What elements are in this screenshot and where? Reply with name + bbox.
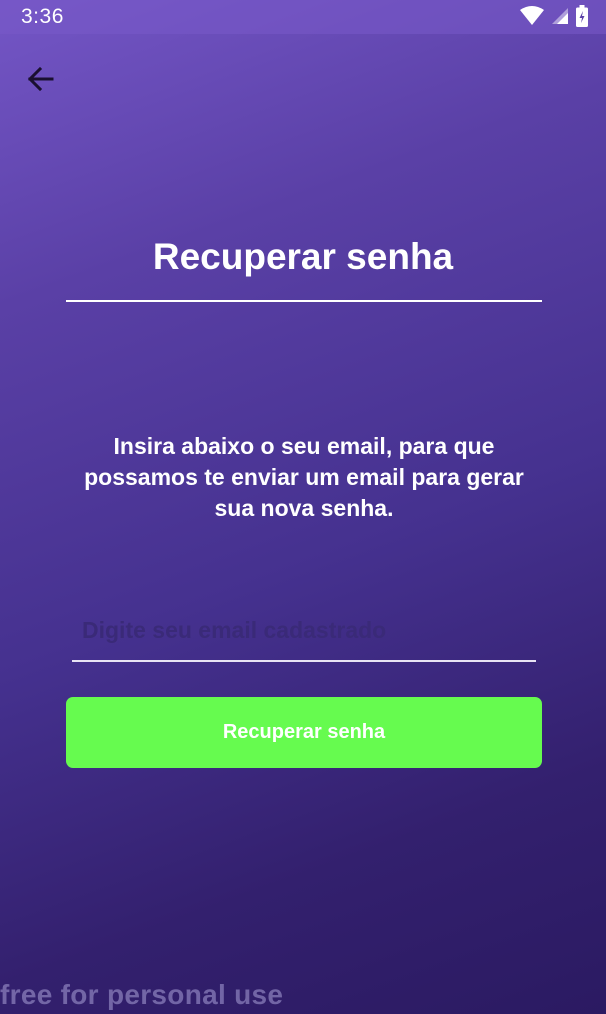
recover-password-button[interactable]: Recuperar senha: [66, 697, 542, 768]
instructions-text: Insira abaixo o seu email, para que poss…: [84, 433, 524, 521]
battery-icon: [576, 4, 588, 32]
status-time: 3:36: [21, 5, 64, 28]
wifi-icon: [520, 5, 544, 31]
page-title: Recuperar senha: [152, 236, 454, 277]
arrow-left-icon: [26, 64, 56, 99]
signal-icon: [551, 7, 569, 30]
back-button[interactable]: [20, 60, 62, 102]
title-divider: [66, 300, 542, 302]
email-input[interactable]: [72, 600, 536, 662]
status-bar: 3:36: [0, 0, 606, 34]
watermark: free for personal use: [0, 979, 284, 1010]
status-icons: [520, 4, 588, 32]
